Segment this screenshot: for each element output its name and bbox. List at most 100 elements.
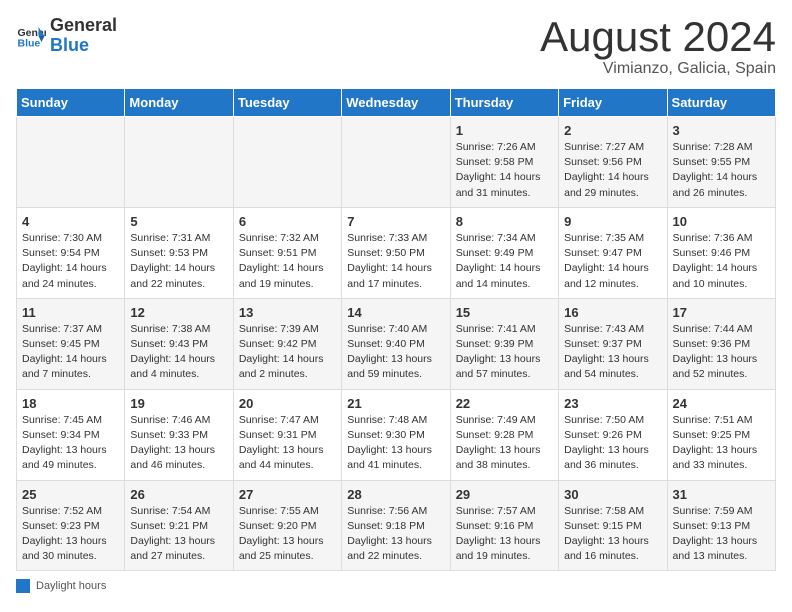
- day-number: 7: [347, 214, 444, 229]
- calendar-cell: 4 Sunrise: 7:30 AMSunset: 9:54 PMDaylight…: [17, 207, 125, 298]
- day-number: 11: [22, 305, 119, 320]
- day-number: 20: [239, 396, 336, 411]
- calendar-cell: [17, 117, 125, 208]
- footer-color-box: [16, 579, 30, 593]
- day-info: Sunrise: 7:47 AMSunset: 9:31 PMDaylight:…: [239, 413, 336, 474]
- day-info: Sunrise: 7:37 AMSunset: 9:45 PMDaylight:…: [22, 322, 119, 383]
- calendar-cell: 22Sunrise: 7:49 AMSunset: 9:28 PMDayligh…: [450, 389, 558, 480]
- day-info: Sunrise: 7:34 AMSunset: 9:49 PMDaylight:…: [456, 231, 553, 292]
- calendar-cell: 7 Sunrise: 7:33 AMSunset: 9:50 PMDaylight…: [342, 207, 450, 298]
- day-info: Sunrise: 7:43 AMSunset: 9:37 PMDaylight:…: [564, 322, 661, 383]
- calendar-cell: 8 Sunrise: 7:34 AMSunset: 9:49 PMDaylight…: [450, 207, 558, 298]
- calendar-cell: [125, 117, 233, 208]
- day-info: Sunrise: 7:59 AMSunset: 9:13 PMDaylight:…: [673, 504, 770, 565]
- day-number: 29: [456, 487, 553, 502]
- calendar-cell: 23Sunrise: 7:50 AMSunset: 9:26 PMDayligh…: [559, 389, 667, 480]
- calendar-week-3: 11 Sunrise: 7:37 AMSunset: 9:45 PMDayligh…: [17, 298, 776, 389]
- calendar-title: August 2024: [540, 16, 776, 58]
- calendar-cell: 29 Sunrise: 7:57 AMSunset: 9:16 PMDayligh…: [450, 480, 558, 571]
- calendar-cell: 2 Sunrise: 7:27 AMSunset: 9:56 PMDaylight…: [559, 117, 667, 208]
- calendar-cell: 21 Sunrise: 7:48 AMSunset: 9:30 PMDayligh…: [342, 389, 450, 480]
- header-friday: Friday: [559, 89, 667, 117]
- calendar-cell: 19 Sunrise: 7:46 AMSunset: 9:33 PMDayligh…: [125, 389, 233, 480]
- day-info: Sunrise: 7:44 AMSunset: 9:36 PMDaylight:…: [673, 322, 770, 383]
- day-info: Sunrise: 7:33 AMSunset: 9:50 PMDaylight:…: [347, 231, 444, 292]
- day-info: Sunrise: 7:31 AMSunset: 9:53 PMDaylight:…: [130, 231, 227, 292]
- calendar-cell: 1 Sunrise: 7:26 AMSunset: 9:58 PMDaylight…: [450, 117, 558, 208]
- day-number: 27: [239, 487, 336, 502]
- calendar-cell: 24 Sunrise: 7:51 AMSunset: 9:25 PMDayligh…: [667, 389, 775, 480]
- header-saturday: Saturday: [667, 89, 775, 117]
- calendar-cell: 25Sunrise: 7:52 AMSunset: 9:23 PMDayligh…: [17, 480, 125, 571]
- day-info: Sunrise: 7:38 AMSunset: 9:43 PMDaylight:…: [130, 322, 227, 383]
- day-info: Sunrise: 7:27 AMSunset: 9:56 PMDaylight:…: [564, 140, 661, 201]
- day-info: Sunrise: 7:55 AMSunset: 9:20 PMDaylight:…: [239, 504, 336, 565]
- calendar-cell: 13Sunrise: 7:39 AMSunset: 9:42 PMDayligh…: [233, 298, 341, 389]
- calendar-cell: 26Sunrise: 7:54 AMSunset: 9:21 PMDayligh…: [125, 480, 233, 571]
- day-number: 18: [22, 396, 119, 411]
- day-number: 19: [130, 396, 227, 411]
- calendar-cell: 14 Sunrise: 7:40 AMSunset: 9:40 PMDayligh…: [342, 298, 450, 389]
- day-info: Sunrise: 7:26 AMSunset: 9:58 PMDaylight:…: [456, 140, 553, 201]
- day-number: 31: [673, 487, 770, 502]
- page-header: General Blue General Blue August 2024 Vi…: [16, 16, 776, 78]
- day-info: Sunrise: 7:36 AMSunset: 9:46 PMDaylight:…: [673, 231, 770, 292]
- calendar-subtitle: Vimianzo, Galicia, Spain: [540, 60, 776, 78]
- calendar-week-2: 4 Sunrise: 7:30 AMSunset: 9:54 PMDaylight…: [17, 207, 776, 298]
- day-number: 9: [564, 214, 661, 229]
- day-info: Sunrise: 7:39 AMSunset: 9:42 PMDaylight:…: [239, 322, 336, 383]
- day-number: 28: [347, 487, 444, 502]
- calendar-cell: 18 Sunrise: 7:45 AMSunset: 9:34 PMDayligh…: [17, 389, 125, 480]
- day-info: Sunrise: 7:46 AMSunset: 9:33 PMDaylight:…: [130, 413, 227, 474]
- day-number: 17: [673, 305, 770, 320]
- calendar-cell: 16 Sunrise: 7:43 AMSunset: 9:37 PMDayligh…: [559, 298, 667, 389]
- header-wednesday: Wednesday: [342, 89, 450, 117]
- calendar-table: SundayMondayTuesdayWednesdayThursdayFrid…: [16, 88, 776, 571]
- calendar-cell: 9 Sunrise: 7:35 AMSunset: 9:47 PMDaylight…: [559, 207, 667, 298]
- calendar-cell: 5 Sunrise: 7:31 AMSunset: 9:53 PMDaylight…: [125, 207, 233, 298]
- calendar-cell: 15Sunrise: 7:41 AMSunset: 9:39 PMDayligh…: [450, 298, 558, 389]
- day-number: 16: [564, 305, 661, 320]
- day-number: 12: [130, 305, 227, 320]
- calendar-cell: 20 Sunrise: 7:47 AMSunset: 9:31 PMDayligh…: [233, 389, 341, 480]
- day-info: Sunrise: 7:51 AMSunset: 9:25 PMDaylight:…: [673, 413, 770, 474]
- day-info: Sunrise: 7:30 AMSunset: 9:54 PMDaylight:…: [22, 231, 119, 292]
- day-number: 2: [564, 123, 661, 138]
- day-number: 30: [564, 487, 661, 502]
- day-number: 14: [347, 305, 444, 320]
- header-sunday: Sunday: [17, 89, 125, 117]
- day-info: Sunrise: 7:45 AMSunset: 9:34 PMDaylight:…: [22, 413, 119, 474]
- day-number: 21: [347, 396, 444, 411]
- calendar-cell: 3Sunrise: 7:28 AMSunset: 9:55 PMDaylight…: [667, 117, 775, 208]
- day-number: 1: [456, 123, 553, 138]
- calendar-cell: 31 Sunrise: 7:59 AMSunset: 9:13 PMDayligh…: [667, 480, 775, 571]
- day-number: 4: [22, 214, 119, 229]
- day-number: 8: [456, 214, 553, 229]
- day-info: Sunrise: 7:49 AMSunset: 9:28 PMDaylight:…: [456, 413, 553, 474]
- footer-label: Daylight hours: [36, 580, 106, 592]
- day-info: Sunrise: 7:40 AMSunset: 9:40 PMDaylight:…: [347, 322, 444, 383]
- day-info: Sunrise: 7:58 AMSunset: 9:15 PMDaylight:…: [564, 504, 661, 565]
- calendar-cell: 17 Sunrise: 7:44 AMSunset: 9:36 PMDayligh…: [667, 298, 775, 389]
- calendar-cell: [342, 117, 450, 208]
- calendar-cell: 11 Sunrise: 7:37 AMSunset: 9:45 PMDayligh…: [17, 298, 125, 389]
- day-number: 6: [239, 214, 336, 229]
- day-info: Sunrise: 7:35 AMSunset: 9:47 PMDaylight:…: [564, 231, 661, 292]
- day-number: 25: [22, 487, 119, 502]
- day-number: 15: [456, 305, 553, 320]
- header-thursday: Thursday: [450, 89, 558, 117]
- day-number: 5: [130, 214, 227, 229]
- day-info: Sunrise: 7:48 AMSunset: 9:30 PMDaylight:…: [347, 413, 444, 474]
- calendar-cell: 30 Sunrise: 7:58 AMSunset: 9:15 PMDayligh…: [559, 480, 667, 571]
- logo: General Blue General Blue: [16, 16, 117, 56]
- day-number: 24: [673, 396, 770, 411]
- calendar-cell: 6Sunrise: 7:32 AMSunset: 9:51 PMDaylight…: [233, 207, 341, 298]
- day-number: 26: [130, 487, 227, 502]
- calendar-cell: 12 Sunrise: 7:38 AMSunset: 9:43 PMDayligh…: [125, 298, 233, 389]
- footer: Daylight hours: [16, 579, 776, 593]
- calendar-cell: [233, 117, 341, 208]
- calendar-week-4: 18 Sunrise: 7:45 AMSunset: 9:34 PMDayligh…: [17, 389, 776, 480]
- day-info: Sunrise: 7:57 AMSunset: 9:16 PMDaylight:…: [456, 504, 553, 565]
- logo-icon: General Blue: [16, 21, 46, 51]
- calendar-header-row: SundayMondayTuesdayWednesdayThursdayFrid…: [17, 89, 776, 117]
